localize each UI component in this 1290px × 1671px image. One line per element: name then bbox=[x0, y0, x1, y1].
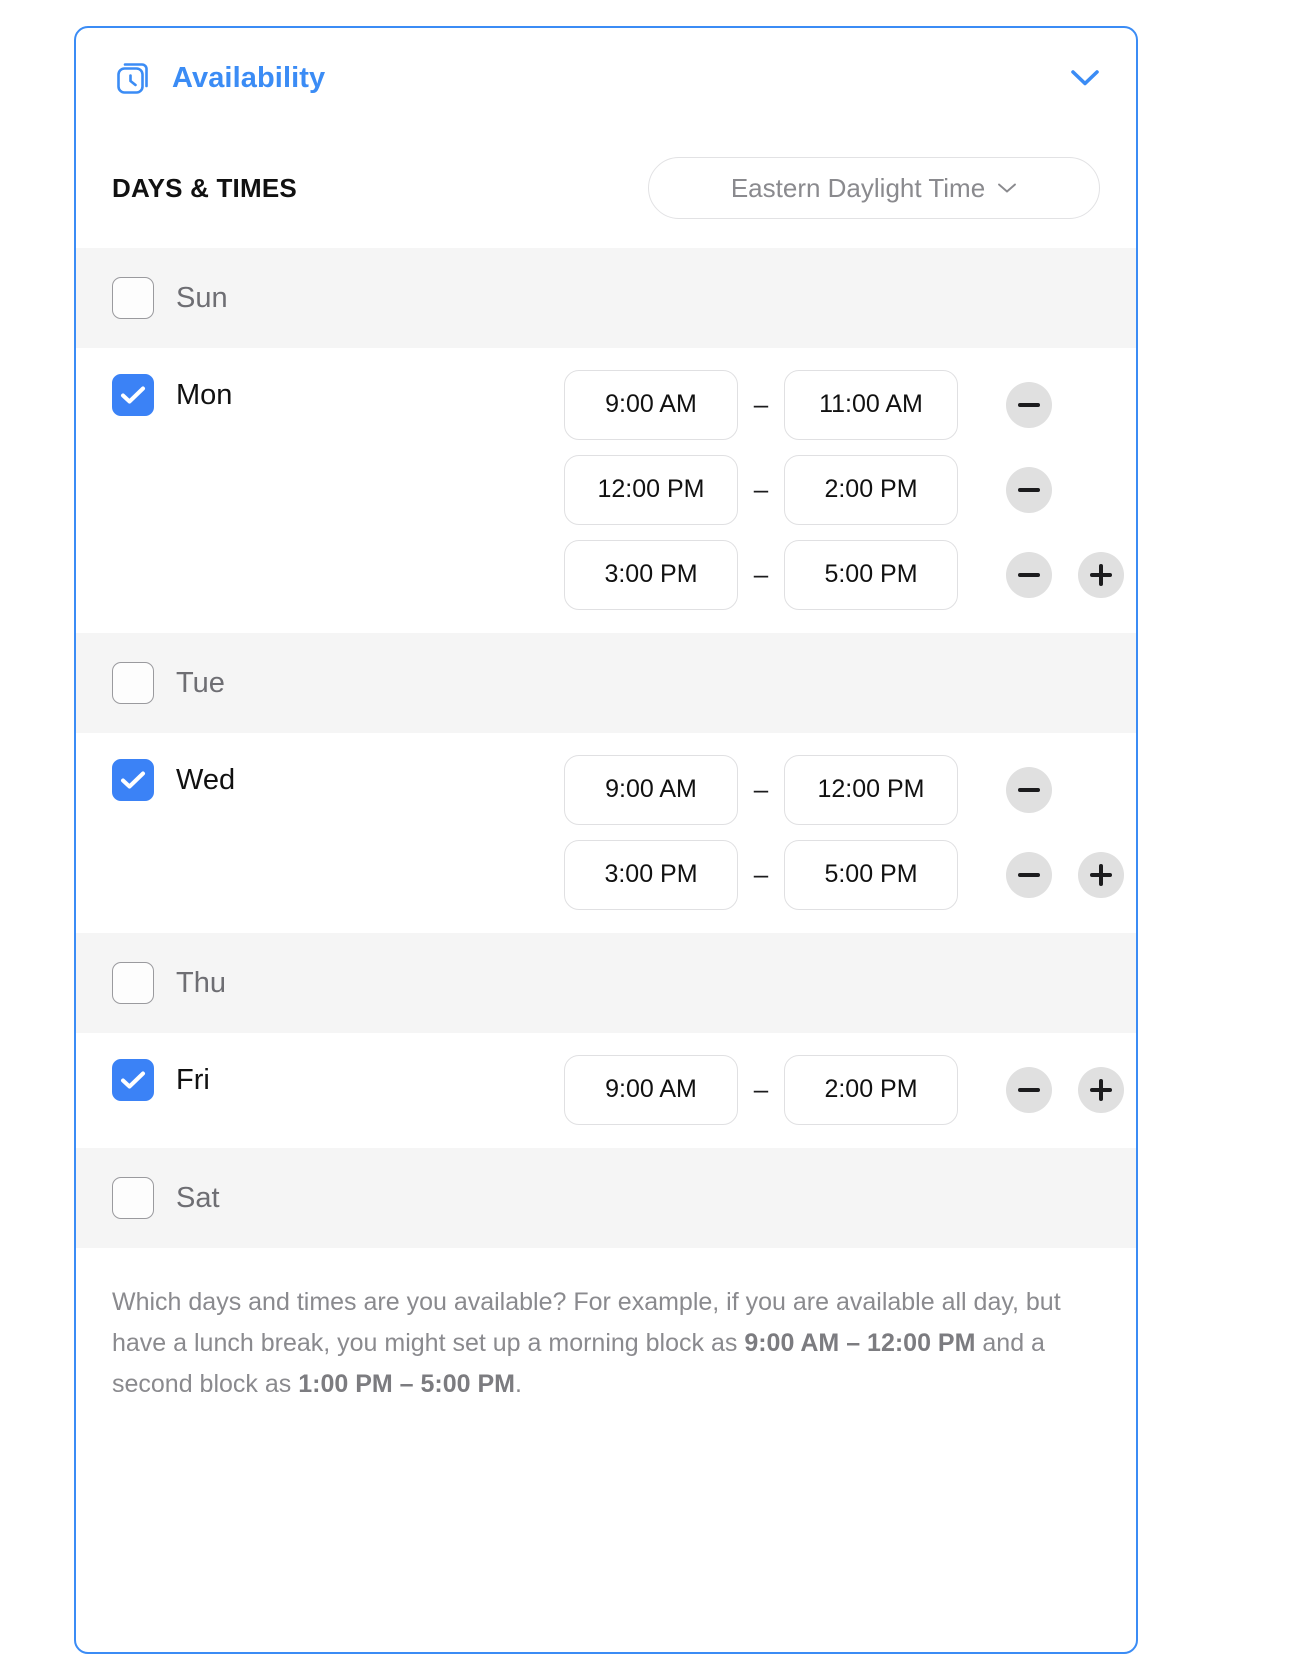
day-row[interactable]: Thu bbox=[76, 933, 1136, 1033]
help-text-bold-1: 9:00 AM – 12:00 PM bbox=[744, 1329, 976, 1357]
chevron-down-icon bbox=[998, 183, 1017, 193]
day-label: Thu bbox=[176, 967, 226, 999]
day-toggle-thu[interactable]: Thu bbox=[112, 933, 564, 1033]
end-time-input[interactable]: 2:00 PM bbox=[784, 454, 958, 525]
day-toggle-tue[interactable]: Tue bbox=[112, 633, 564, 733]
range-separator: – bbox=[753, 559, 769, 589]
day-row[interactable]: Wed 9:00 AM – 12:00 PM 3:00 PM – 5:00 PM bbox=[76, 733, 1136, 933]
time-block-row: 9:00 AM – 2:00 PM bbox=[564, 1047, 1124, 1132]
checkbox-sat[interactable] bbox=[112, 1177, 154, 1219]
day-toggle-mon[interactable]: Mon bbox=[112, 348, 564, 448]
time-block-row: 9:00 AM – 12:00 PM bbox=[564, 747, 1124, 832]
start-time-input[interactable]: 3:00 PM bbox=[564, 539, 738, 610]
day-label: Sat bbox=[176, 1182, 220, 1214]
day-toggle-fri[interactable]: Fri bbox=[112, 1033, 564, 1133]
minus-icon bbox=[1018, 1087, 1040, 1092]
end-time-input[interactable]: 11:00 AM bbox=[784, 369, 958, 440]
day-blocks-sat bbox=[564, 1183, 1100, 1213]
page-title: Availability bbox=[172, 61, 326, 94]
remove-time-block-button[interactable] bbox=[1006, 551, 1052, 598]
range-separator: – bbox=[753, 1074, 769, 1104]
checkbox-thu[interactable] bbox=[112, 962, 154, 1004]
checkbox-tue[interactable] bbox=[112, 662, 154, 704]
day-label: Tue bbox=[176, 667, 225, 699]
stacked-clock-icon bbox=[112, 57, 154, 99]
plus-icon bbox=[1090, 563, 1112, 586]
checkbox-sun[interactable] bbox=[112, 277, 154, 319]
remove-time-block-button[interactable] bbox=[1006, 851, 1052, 898]
availability-card: Availability DAYS & TIMES Eastern Daylig… bbox=[74, 26, 1138, 1654]
day-label: Fri bbox=[176, 1064, 210, 1096]
minus-icon bbox=[1018, 872, 1040, 877]
remove-time-block-button[interactable] bbox=[1006, 466, 1052, 513]
add-time-block-button[interactable] bbox=[1078, 851, 1124, 898]
end-time-input[interactable]: 5:00 PM bbox=[784, 539, 958, 610]
minus-icon bbox=[1018, 572, 1040, 577]
day-label: Mon bbox=[176, 379, 233, 411]
help-text: Which days and times are you available? … bbox=[112, 1282, 1100, 1405]
plus-icon bbox=[1090, 863, 1112, 886]
days-times-bar: DAYS & TIMES Eastern Daylight Time bbox=[76, 128, 1136, 248]
time-block-row: 12:00 PM – 2:00 PM bbox=[564, 447, 1124, 532]
checkbox-fri[interactable] bbox=[112, 1059, 154, 1101]
day-label: Sun bbox=[176, 282, 228, 314]
day-blocks-tue bbox=[564, 668, 1100, 698]
day-blocks-mon: 9:00 AM – 11:00 AM 12:00 PM – 2:00 PM 3:… bbox=[564, 348, 1124, 633]
day-label: Wed bbox=[176, 764, 236, 796]
day-row[interactable]: Sat bbox=[76, 1148, 1136, 1248]
day-blocks-wed: 9:00 AM – 12:00 PM 3:00 PM – 5:00 PM bbox=[564, 733, 1124, 933]
day-row[interactable]: Tue bbox=[76, 633, 1136, 733]
day-blocks-fri: 9:00 AM – 2:00 PM bbox=[564, 1033, 1124, 1148]
help-text-bold-2: 1:00 PM – 5:00 PM bbox=[298, 1370, 515, 1398]
help-text-part-3: . bbox=[514, 1370, 522, 1398]
start-time-input[interactable]: 9:00 AM bbox=[564, 369, 738, 440]
day-toggle-sun[interactable]: Sun bbox=[112, 248, 564, 348]
time-block-row: 3:00 PM – 5:00 PM bbox=[564, 832, 1124, 917]
day-blocks-sun bbox=[564, 283, 1100, 313]
add-time-block-button[interactable] bbox=[1078, 1066, 1124, 1113]
minus-icon bbox=[1018, 487, 1040, 492]
range-separator: – bbox=[753, 774, 769, 804]
day-row[interactable]: Sun bbox=[76, 248, 1136, 348]
minus-icon bbox=[1018, 787, 1040, 792]
minus-icon bbox=[1018, 402, 1040, 407]
card-header: Availability bbox=[76, 28, 1136, 128]
checkbox-mon[interactable] bbox=[112, 374, 154, 416]
start-time-input[interactable]: 9:00 AM bbox=[564, 754, 738, 825]
range-separator: – bbox=[753, 389, 769, 419]
days-times-label: DAYS & TIMES bbox=[112, 172, 297, 203]
checkbox-wed[interactable] bbox=[112, 759, 154, 801]
collapse-section-button[interactable] bbox=[1064, 57, 1106, 99]
end-time-input[interactable]: 5:00 PM bbox=[784, 839, 958, 910]
plus-icon bbox=[1090, 1078, 1112, 1101]
remove-time-block-button[interactable] bbox=[1006, 1066, 1052, 1113]
remove-time-block-button[interactable] bbox=[1006, 381, 1052, 428]
end-time-input[interactable]: 2:00 PM bbox=[784, 1054, 958, 1125]
day-toggle-sat[interactable]: Sat bbox=[112, 1148, 564, 1248]
check-icon bbox=[121, 386, 145, 404]
range-separator: – bbox=[753, 859, 769, 889]
header-left-group: Availability bbox=[112, 57, 325, 99]
day-toggle-wed[interactable]: Wed bbox=[112, 733, 564, 833]
timezone-select[interactable]: Eastern Daylight Time bbox=[648, 157, 1100, 219]
start-time-input[interactable]: 12:00 PM bbox=[564, 454, 738, 525]
day-blocks-thu bbox=[564, 968, 1100, 998]
day-row[interactable]: Mon 9:00 AM – 11:00 AM 12:00 PM – 2:00 P… bbox=[76, 348, 1136, 633]
day-row[interactable]: Fri 9:00 AM – 2:00 PM bbox=[76, 1033, 1136, 1148]
start-time-input[interactable]: 9:00 AM bbox=[564, 1054, 738, 1125]
check-icon bbox=[121, 771, 145, 789]
end-time-input[interactable]: 12:00 PM bbox=[784, 754, 958, 825]
help-text-section: Which days and times are you available? … bbox=[76, 1248, 1136, 1405]
add-time-block-button[interactable] bbox=[1078, 551, 1124, 598]
remove-time-block-button[interactable] bbox=[1006, 766, 1052, 813]
time-block-row: 9:00 AM – 11:00 AM bbox=[564, 362, 1124, 447]
check-icon bbox=[121, 1071, 145, 1089]
start-time-input[interactable]: 3:00 PM bbox=[564, 839, 738, 910]
chevron-down-icon bbox=[1071, 70, 1099, 86]
timezone-value: Eastern Daylight Time bbox=[730, 172, 986, 203]
time-block-row: 3:00 PM – 5:00 PM bbox=[564, 532, 1124, 617]
range-separator: – bbox=[753, 474, 769, 504]
